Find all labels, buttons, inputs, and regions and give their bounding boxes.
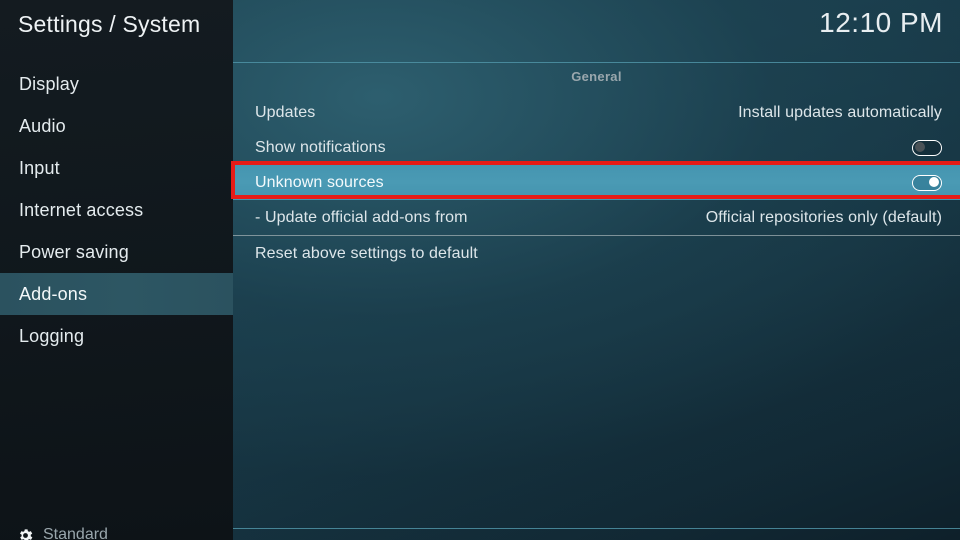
sidebar-item-label: Display (19, 73, 80, 94)
settings-level-label: Standard (43, 526, 108, 540)
settings-level-selector[interactable]: Standard (17, 524, 108, 540)
setting-row-update-official-add-ons-from[interactable]: - Update official add-ons from Official … (233, 200, 960, 235)
sidebar-item-add-ons[interactable]: Add-ons (0, 273, 233, 315)
sidebar-item-label: Logging (19, 325, 85, 346)
sidebar-item-label: Audio (19, 115, 66, 136)
unknown-sources-toggle[interactable] (912, 174, 942, 191)
setting-row-show-notifications[interactable]: Show notifications (233, 130, 960, 165)
setting-row-updates[interactable]: Updates Install updates automatically (233, 95, 960, 130)
settings-group-header: General (571, 69, 622, 84)
show-notifications-toggle[interactable] (912, 139, 942, 156)
settings-rows: Updates Install updates automatically Sh… (233, 95, 960, 271)
sidebar-item-label: Add-ons (19, 283, 88, 304)
sidebar-item-label: Power saving (19, 241, 129, 262)
panel-bottom-divider (233, 528, 960, 529)
setting-row-unknown-sources[interactable]: Unknown sources (233, 165, 960, 200)
sidebar-item-input[interactable]: Input (0, 147, 233, 189)
setting-label: Show notifications (255, 138, 386, 156)
sidebar: Display Audio Input Internet access Powe… (0, 0, 233, 540)
setting-row-reset-above-settings[interactable]: Reset above settings to default (233, 236, 960, 271)
setting-value: Official repositories only (default) (705, 208, 942, 226)
sidebar-item-display[interactable]: Display (0, 63, 233, 105)
toggle-knob (915, 142, 925, 152)
setting-value: Install updates automatically (738, 103, 942, 121)
toggle-knob (929, 177, 939, 187)
sidebar-item-label: Internet access (19, 199, 144, 220)
setting-label: Reset above settings to default (255, 244, 478, 262)
setting-label: Updates (255, 103, 316, 121)
setting-label: Unknown sources (255, 173, 384, 191)
setting-label: - Update official add-ons from (255, 208, 468, 226)
panel-top-divider (233, 62, 960, 63)
gear-icon (20, 528, 33, 540)
sidebar-item-label: Input (19, 157, 60, 178)
sidebar-item-logging[interactable]: Logging (0, 315, 233, 357)
kodi-settings-screen: Display Audio Input Internet access Powe… (0, 0, 960, 540)
sidebar-item-power-saving[interactable]: Power saving (0, 231, 233, 273)
settings-panel: General Updates Install updates automati… (233, 0, 960, 540)
sidebar-item-audio[interactable]: Audio (0, 105, 233, 147)
sidebar-item-internet-access[interactable]: Internet access (0, 189, 233, 231)
sidebar-category-list: Display Audio Input Internet access Powe… (0, 63, 233, 357)
